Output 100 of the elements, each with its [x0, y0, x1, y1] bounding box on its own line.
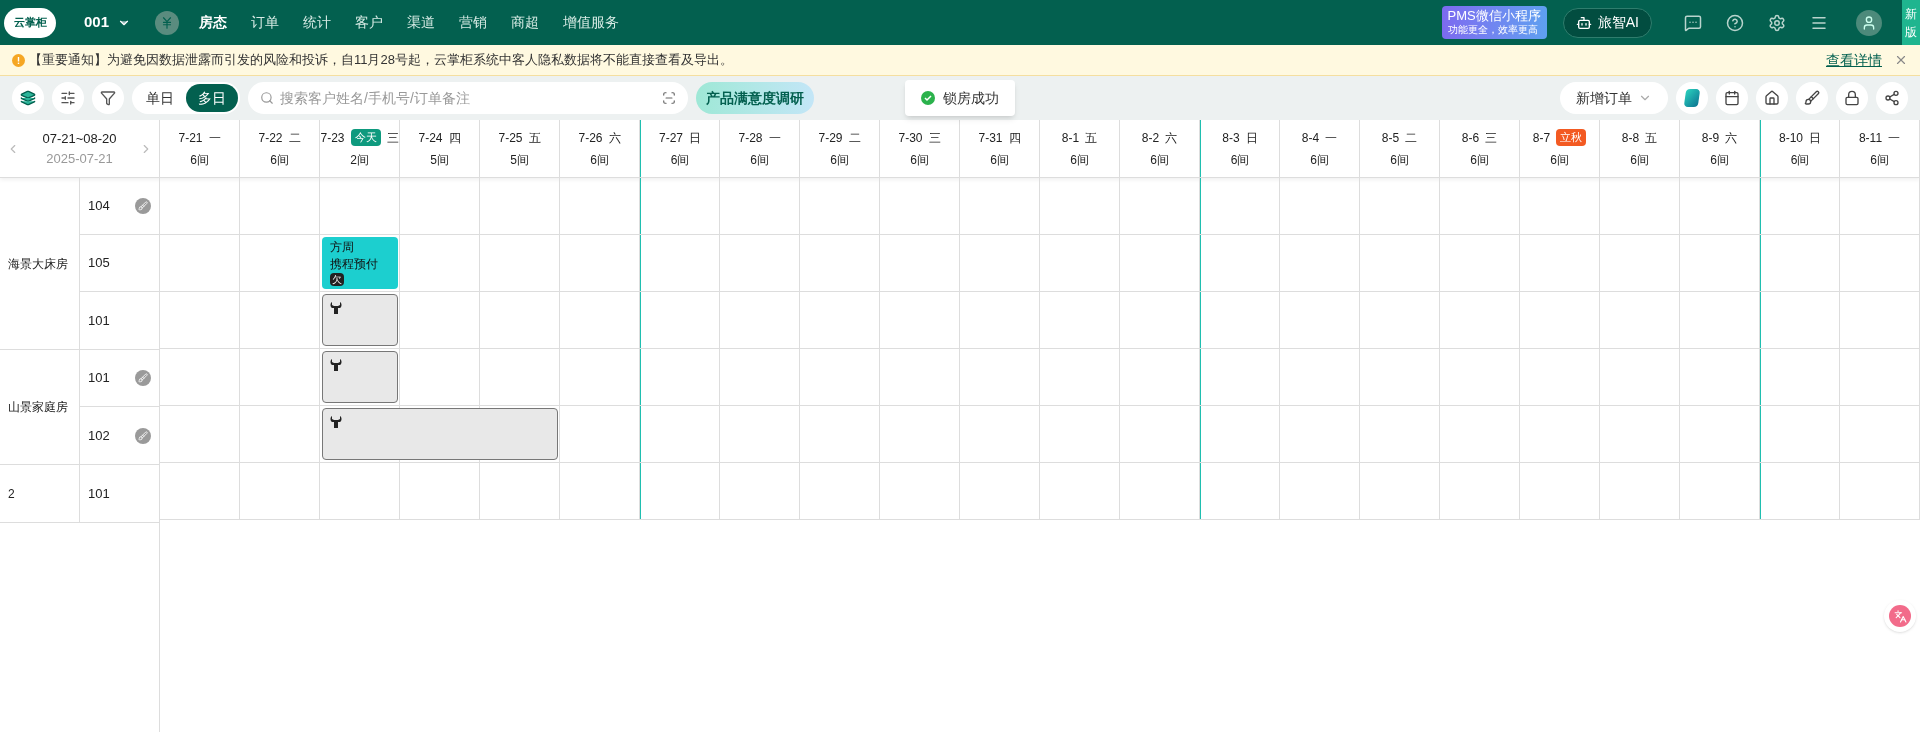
- day-badge: 立秋: [1556, 129, 1587, 146]
- cards-icon[interactable]: [1676, 82, 1708, 114]
- room-number: 101: [88, 369, 110, 388]
- date-range[interactable]: 07-21~08-20: [42, 129, 117, 149]
- room-number: 104: [88, 197, 110, 216]
- room-type: 2: [8, 485, 15, 503]
- view-toggle-icon[interactable]: [12, 82, 44, 114]
- warning-icon: [12, 53, 25, 67]
- room-count: 6间: [1070, 151, 1089, 169]
- logo-text: 云掌柜: [13, 15, 47, 31]
- day-weekday: 二: [848, 129, 861, 147]
- locked-block[interactable]: [322, 351, 398, 403]
- nav-tab[interactable]: 商超: [511, 12, 540, 33]
- locked-block[interactable]: [322, 408, 558, 460]
- calendar-cell[interactable]: [1760, 235, 1840, 291]
- day-date: 8-10: [1779, 129, 1803, 147]
- mode-tab[interactable]: 多日: [186, 84, 238, 112]
- current-date: 2025-07-21: [46, 149, 113, 168]
- day-weekday: 二: [288, 129, 301, 147]
- avatar[interactable]: [1856, 9, 1882, 36]
- day-weekday: 一: [208, 129, 221, 147]
- day-date: 8-2: [1141, 129, 1160, 147]
- day-weekday: 五: [1645, 129, 1658, 147]
- day-date: 7-25: [498, 129, 523, 147]
- booking-block[interactable]: 方周 携程预付 欠: [322, 237, 398, 289]
- room-count: 6间: [1150, 151, 1169, 169]
- calendar-cell[interactable]: [1760, 178, 1840, 234]
- calendar-cell[interactable]: [1760, 406, 1840, 462]
- close-icon[interactable]: [1894, 53, 1908, 67]
- calendar-cell[interactable]: [1200, 292, 1280, 348]
- day-date: 8-4: [1301, 129, 1320, 147]
- mode-tab[interactable]: 单日: [134, 84, 186, 112]
- survey-button[interactable]: 产品满意度调研: [696, 82, 814, 114]
- message-icon[interactable]: [1684, 13, 1702, 32]
- calendar-cell[interactable]: [1200, 178, 1280, 234]
- guest-name: 方周: [330, 239, 355, 256]
- lock-icon[interactable]: [1836, 82, 1868, 114]
- calendar-cell[interactable]: [640, 292, 720, 348]
- calendar-cell[interactable]: [1760, 349, 1840, 405]
- room-count: 6间: [1550, 151, 1569, 169]
- logo[interactable]: 云掌柜: [4, 7, 56, 38]
- filter-icon[interactable]: [92, 82, 124, 114]
- calendar-cell[interactable]: [1760, 292, 1840, 348]
- house-icon[interactable]: [1756, 82, 1788, 114]
- room-count: 6间: [1790, 151, 1810, 169]
- nav-tab[interactable]: 客户: [355, 12, 384, 33]
- notice-text: 【重要通知】为避免因数据泄露而引发的风险和投诉，自11月28号起，云掌柜系统中客人隐私数据将不能直接查看及导出。: [29, 51, 733, 70]
- calendar-cell[interactable]: [640, 349, 720, 405]
- day-date: 8-8: [1621, 129, 1640, 147]
- calendar-cell[interactable]: [1200, 406, 1280, 462]
- room-count: 6间: [910, 151, 929, 169]
- new-order-button[interactable]: 新增订单: [1560, 82, 1668, 114]
- nav-tab[interactable]: 统计: [303, 12, 332, 33]
- translate-icon[interactable]: [1884, 600, 1916, 632]
- room-count: 6间: [830, 151, 849, 169]
- yen-icon[interactable]: [155, 10, 180, 35]
- nav-tab[interactable]: 房态: [199, 12, 228, 33]
- locked-block[interactable]: [322, 294, 398, 346]
- help-icon[interactable]: [1726, 13, 1744, 32]
- room-number: 101: [88, 311, 110, 330]
- calendar-icon[interactable]: [1716, 82, 1748, 114]
- room-count: 6间: [270, 151, 289, 169]
- broom-icon[interactable]: [1796, 82, 1828, 114]
- scan-icon[interactable]: [662, 91, 676, 105]
- day-date: 7-24: [418, 129, 443, 147]
- day-date: 8-6: [1461, 129, 1480, 147]
- day-weekday: 日: [689, 129, 701, 147]
- nav-tab[interactable]: 营销: [459, 12, 488, 33]
- booking-source: 携程预付: [330, 256, 379, 273]
- day-date: 7-26: [578, 129, 603, 147]
- nav-tab[interactable]: 渠道: [407, 12, 436, 33]
- settings-sliders-icon[interactable]: [52, 82, 84, 114]
- store-selector[interactable]: 001: [84, 11, 132, 34]
- room-count: 6间: [670, 151, 690, 169]
- calendar-cell[interactable]: [1200, 235, 1280, 291]
- nav-tab[interactable]: 增值服务: [563, 12, 620, 33]
- search-field[interactable]: 搜索客户姓名/手机号/订单备注: [248, 82, 688, 114]
- calendar-cell[interactable]: [640, 235, 720, 291]
- day-date: 7-27: [659, 129, 683, 147]
- day-date: 8-11: [1858, 129, 1883, 147]
- calendar-cell[interactable]: [1760, 463, 1840, 519]
- day-weekday: 六: [1725, 129, 1738, 147]
- promo-banner[interactable]: PMS微信小程序 功能更全，效率更高: [1441, 6, 1547, 39]
- room-type: 海景大床房: [8, 255, 68, 273]
- calendar-cell[interactable]: [640, 406, 720, 462]
- calendar-cell[interactable]: [640, 178, 720, 234]
- settings-icon[interactable]: [1768, 13, 1786, 32]
- day-weekday: 一: [1325, 129, 1338, 147]
- notice-link[interactable]: 查看详情: [1826, 49, 1882, 71]
- day-date: 7-23: [320, 129, 345, 147]
- calendar-cell[interactable]: [1200, 349, 1280, 405]
- room-count: 6间: [1870, 151, 1889, 169]
- ai-button[interactable]: 旅智AI: [1562, 7, 1652, 38]
- share-icon[interactable]: [1876, 82, 1908, 114]
- calendar-cell[interactable]: [640, 463, 720, 519]
- day-weekday: 五: [1085, 129, 1098, 147]
- day-weekday: 四: [1008, 129, 1021, 147]
- wrench-icon: [329, 301, 343, 315]
- nav-tab[interactable]: 订单: [251, 12, 280, 33]
- calendar-cell[interactable]: [1200, 463, 1280, 519]
